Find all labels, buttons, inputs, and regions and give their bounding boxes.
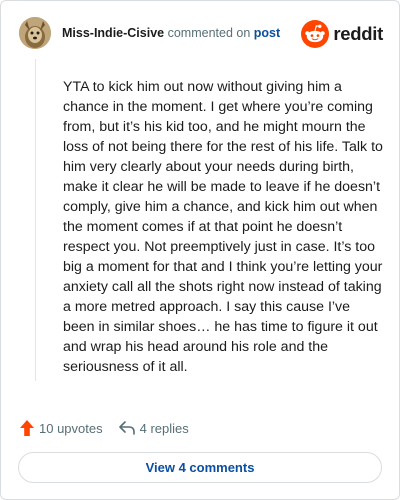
view-comments-button[interactable]: View 4 comments bbox=[18, 452, 382, 483]
reddit-wordmark: reddit bbox=[333, 23, 383, 44]
reddit-snoo-icon bbox=[301, 20, 330, 48]
user-avatar[interactable] bbox=[19, 17, 51, 49]
byline: Miss-Indie-Cisive commented on post bbox=[62, 26, 280, 40]
thread-line bbox=[35, 59, 36, 381]
comment-card: Miss-Indie-Cisive commented on post redd… bbox=[0, 0, 400, 500]
upvotes-count: 10 upvotes bbox=[39, 420, 103, 436]
comment-actions: 10 upvotes 4 replies bbox=[19, 417, 189, 439]
upvote-action[interactable]: 10 upvotes bbox=[19, 419, 103, 437]
reddit-brand[interactable]: reddit bbox=[301, 20, 383, 48]
username[interactable]: Miss-Indie-Cisive bbox=[62, 26, 164, 40]
reply-arrow-icon bbox=[118, 421, 135, 435]
replies-action[interactable]: 4 replies bbox=[118, 420, 189, 436]
comment-body: YTA to kick him out now without giving h… bbox=[63, 79, 383, 375]
upvote-arrow-icon bbox=[20, 420, 34, 436]
replies-count: 4 replies bbox=[139, 420, 189, 436]
comment-header: Miss-Indie-Cisive commented on post redd… bbox=[19, 17, 385, 51]
commented-on-text: commented on bbox=[167, 26, 251, 40]
post-link[interactable]: post bbox=[254, 26, 280, 40]
